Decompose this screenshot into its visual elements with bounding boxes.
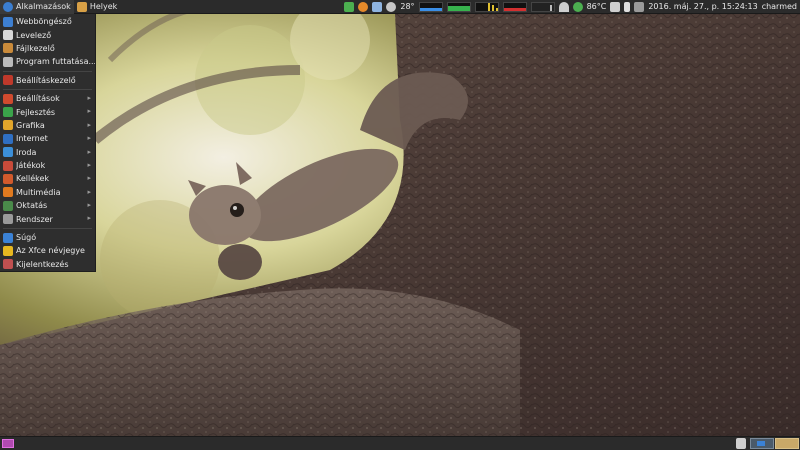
menu-item-games[interactable]: Játékok ▸ <box>0 159 95 172</box>
about-xfce-icon <box>3 245 13 256</box>
show-desktop-icon[interactable] <box>2 439 14 448</box>
network-graph[interactable] <box>474 1 499 12</box>
run-program-icon <box>3 56 13 67</box>
office-icon <box>3 147 13 158</box>
workspace-1-button[interactable] <box>750 438 774 449</box>
trash-icon[interactable] <box>736 438 746 449</box>
menu-item-education[interactable]: Oktatás ▸ <box>0 199 95 212</box>
volume-icon[interactable] <box>610 1 621 12</box>
applications-menu-button[interactable]: Alkalmazások <box>0 0 74 14</box>
web-browser-icon <box>3 16 13 27</box>
menu-item-settings[interactable]: Beállítások ▸ <box>0 92 95 105</box>
education-icon <box>3 200 13 211</box>
menu-item-logout[interactable]: Kijelentkezés <box>0 258 95 271</box>
menu-item-graphics[interactable]: Grafika ▸ <box>0 119 95 132</box>
mail-icon <box>3 30 13 41</box>
menu-item-about-xfce[interactable]: Az Xfce névjegye <box>0 244 95 257</box>
wifi-icon[interactable] <box>558 1 569 12</box>
applications-menu-label: Alkalmazások <box>16 2 71 11</box>
menu-item-office[interactable]: Iroda ▸ <box>0 146 95 159</box>
submenu-arrow-icon: ▸ <box>87 93 91 102</box>
menu-item-settings-manager[interactable]: Beállításkezelő <box>0 74 95 87</box>
internet-icon <box>3 133 13 144</box>
menu-item-web-browser[interactable]: Webböngésző <box>0 15 95 28</box>
weather-temperature: 28° <box>400 2 415 11</box>
menu-separator <box>3 88 92 90</box>
username-label[interactable]: charmed <box>762 2 800 11</box>
logout-icon <box>3 259 13 270</box>
keyboard-icon[interactable] <box>634 1 645 12</box>
workspace-2-button[interactable] <box>775 438 799 449</box>
help-icon <box>3 232 13 243</box>
menu-item-help[interactable]: Súgó <box>0 231 95 244</box>
top-panel: Alkalmazások Helyek 28° 86°C 2016. máj. … <box>0 0 800 14</box>
power-icon[interactable] <box>358 1 369 12</box>
menu-item-system[interactable]: Rendszer ▸ <box>0 212 95 225</box>
menu-item-multimedia[interactable]: Multimédia ▸ <box>0 186 95 199</box>
submenu-arrow-icon: ▸ <box>87 201 91 210</box>
submenu-arrow-icon: ▸ <box>87 120 91 129</box>
bottom-panel <box>0 436 800 450</box>
development-icon <box>3 107 13 118</box>
clipboard-icon[interactable] <box>372 1 383 12</box>
menu-item-internet[interactable]: Internet ▸ <box>0 132 95 145</box>
xfce-logo-icon <box>3 1 13 12</box>
submenu-arrow-icon: ▸ <box>87 134 91 143</box>
menu-item-file-manager[interactable]: Fájlkezelő <box>0 42 95 55</box>
system-tray: 28° 86°C 2016. máj. 27., p. 15:24:13 cha… <box>344 0 800 14</box>
cpu-temperature: 86°C <box>586 2 607 11</box>
submenu-arrow-icon: ▸ <box>87 160 91 169</box>
update-notifier-icon[interactable] <box>572 1 583 12</box>
folder-icon <box>76 1 87 12</box>
menu-item-run-program[interactable]: Program futtatása... <box>0 55 95 68</box>
file-manager-icon <box>3 43 13 54</box>
memory-graph[interactable] <box>446 1 471 12</box>
places-menu-label: Helyek <box>89 2 118 11</box>
submenu-arrow-icon: ▸ <box>87 187 91 196</box>
window-thumbnail-icon <box>757 441 765 446</box>
graphics-icon <box>3 120 13 131</box>
cpu-graph[interactable] <box>418 1 443 12</box>
disk-graph[interactable] <box>502 1 527 12</box>
desktop-wallpaper <box>0 0 800 450</box>
multimedia-icon <box>3 187 13 198</box>
settings-icon <box>3 93 13 104</box>
games-icon <box>3 160 13 171</box>
settings-manager-icon <box>3 75 13 86</box>
network-icon[interactable] <box>344 1 355 12</box>
battery-charging-icon[interactable] <box>624 1 631 12</box>
submenu-arrow-icon: ▸ <box>87 147 91 156</box>
menu-item-mail-reader[interactable]: Levelező <box>0 28 95 41</box>
menu-separator <box>3 70 92 72</box>
applications-menu: Webböngésző Levelező Fájlkezelő Program … <box>0 14 96 272</box>
submenu-arrow-icon: ▸ <box>87 107 91 116</box>
load-graph[interactable] <box>530 1 555 12</box>
panel-clock[interactable]: 2016. máj. 27., p. 15:24:13 <box>648 2 757 11</box>
menu-item-development[interactable]: Fejlesztés ▸ <box>0 105 95 118</box>
weather-icon[interactable] <box>386 1 397 12</box>
submenu-arrow-icon: ▸ <box>87 174 91 183</box>
submenu-arrow-icon: ▸ <box>87 214 91 223</box>
menu-item-accessories[interactable]: Kellékek ▸ <box>0 172 95 185</box>
accessories-icon <box>3 173 13 184</box>
system-icon <box>3 214 13 225</box>
places-menu-button[interactable]: Helyek <box>74 0 120 14</box>
menu-separator <box>3 227 92 229</box>
